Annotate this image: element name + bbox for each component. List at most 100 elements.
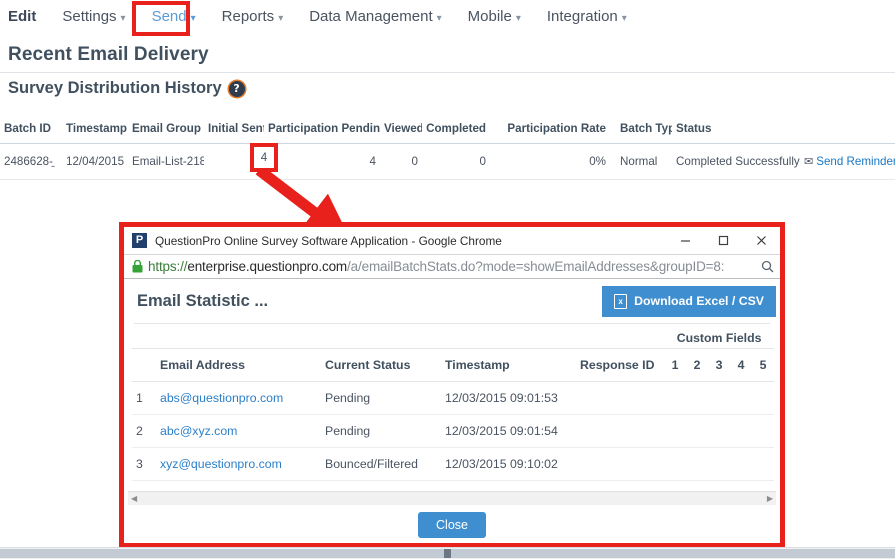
initial-sent-value: 4 bbox=[261, 151, 267, 164]
col-email-address: Email Address bbox=[158, 349, 323, 382]
cell-participation-pending: 4 bbox=[264, 144, 380, 180]
questionpro-favicon-icon: P bbox=[132, 233, 147, 248]
col-custom-field-5: 5 bbox=[752, 349, 774, 382]
cell-index: 1 bbox=[132, 382, 158, 415]
cell-custom-field-5 bbox=[752, 415, 774, 448]
cell-completed: 0 bbox=[422, 144, 490, 180]
maximize-icon[interactable] bbox=[704, 228, 742, 254]
nav-item-send[interactable]: Send ▾ bbox=[152, 8, 196, 25]
col-email-group: Email Group bbox=[128, 114, 204, 144]
lock-icon bbox=[132, 260, 143, 273]
scrollbar-grip[interactable] bbox=[444, 549, 451, 558]
cell-custom-field-5 bbox=[752, 382, 774, 415]
col-participation-rate: Participation Rate bbox=[490, 114, 610, 144]
excel-file-icon: x bbox=[614, 294, 627, 309]
nav-item-data-management[interactable]: Data Management ▾ bbox=[309, 8, 441, 25]
initial-sent-highlight-box[interactable]: 4 bbox=[250, 143, 278, 172]
cell-email-address[interactable]: xyz@questionpro.com bbox=[158, 448, 323, 481]
cell-custom-field-4 bbox=[730, 448, 752, 481]
cell-response-id bbox=[578, 415, 664, 448]
url-separator: :// bbox=[177, 259, 188, 274]
scroll-left-arrow-icon[interactable]: ◀ bbox=[128, 494, 140, 503]
cell-custom-field-1 bbox=[664, 448, 686, 481]
table-row: 2486628-̱ 12/04/2015 Email-List-218 4 4 … bbox=[0, 144, 895, 180]
survey-distribution-history-table: Batch ID Timestamp Email Group Initial S… bbox=[0, 114, 895, 180]
table-row: 3 xyz@questionpro.com Bounced/Filtered 1… bbox=[132, 448, 774, 481]
panel-title: Email Statistic ... bbox=[137, 292, 268, 311]
chrome-popup-window: P QuestionPro Online Survey Software App… bbox=[124, 227, 780, 543]
nav-item-label: Data Management bbox=[309, 8, 432, 25]
cell-custom-field-3 bbox=[708, 415, 730, 448]
cell-participation-rate: 0% bbox=[490, 144, 610, 180]
nav-item-label: Integration bbox=[547, 8, 618, 25]
nav-item-reports[interactable]: Reports ▾ bbox=[222, 8, 284, 25]
popup-table-header-row: Email Address Current Status Timestamp R… bbox=[132, 349, 774, 382]
cell-current-status: Pending bbox=[323, 382, 443, 415]
chevron-down-icon: ▾ bbox=[191, 13, 196, 24]
cell-email-address[interactable]: abs@questionpro.com bbox=[158, 382, 323, 415]
table-row: 2 abc@xyz.com Pending 12/03/2015 09:01:5… bbox=[132, 415, 774, 448]
nav-item-edit[interactable]: Edit bbox=[8, 8, 36, 25]
table-header-row: Batch ID Timestamp Email Group Initial S… bbox=[0, 114, 895, 144]
url-scheme: https bbox=[148, 259, 177, 274]
col-current-status: Current Status bbox=[323, 349, 443, 382]
cell-custom-field-3 bbox=[708, 382, 730, 415]
nav-item-label: Send bbox=[152, 8, 187, 25]
cell-index: 2 bbox=[132, 415, 158, 448]
col-batch-id: Batch ID bbox=[0, 114, 62, 144]
cell-viewed: 0 bbox=[380, 144, 422, 180]
cell-current-status: Pending bbox=[323, 415, 443, 448]
col-custom-field-1: 1 bbox=[664, 349, 686, 382]
panel-divider bbox=[134, 323, 770, 324]
nav-item-label: Settings bbox=[62, 8, 116, 25]
browser-address-bar[interactable]: https://enterprise.questionpro.com/a/ema… bbox=[124, 255, 780, 279]
close-icon[interactable] bbox=[742, 228, 780, 254]
email-link[interactable]: xyz@questionpro.com bbox=[160, 457, 282, 471]
scroll-right-arrow-icon[interactable]: ▶ bbox=[764, 494, 776, 503]
col-popup-timestamp: Timestamp bbox=[443, 349, 578, 382]
spacer-cell bbox=[132, 326, 664, 349]
popup-horizontal-scrollbar[interactable]: ◀ ▶ bbox=[128, 491, 776, 505]
email-link[interactable]: abc@xyz.com bbox=[160, 424, 237, 438]
minimize-icon[interactable] bbox=[666, 228, 704, 254]
nav-item-mobile[interactable]: Mobile ▾ bbox=[468, 8, 521, 25]
nav-item-label: Reports bbox=[222, 8, 275, 25]
cell-custom-field-4 bbox=[730, 382, 752, 415]
cell-custom-field-4 bbox=[730, 415, 752, 448]
cell-custom-field-1 bbox=[664, 415, 686, 448]
nav-item-label: Edit bbox=[8, 8, 36, 25]
nav-item-integration[interactable]: Integration ▾ bbox=[547, 8, 627, 25]
top-navigation-bar: Edit Settings ▾ Send ▾ Reports ▾ Data Ma… bbox=[0, 0, 895, 32]
popup-highlight-border: P QuestionPro Online Survey Software App… bbox=[119, 222, 785, 548]
close-button[interactable]: Close bbox=[418, 512, 486, 538]
download-excel-csv-button[interactable]: x Download Excel / CSV bbox=[602, 286, 776, 317]
title-divider bbox=[0, 72, 895, 73]
email-link[interactable]: abs@questionpro.com bbox=[160, 391, 283, 405]
cell-timestamp: 12/03/2015 09:10:02 bbox=[443, 448, 578, 481]
col-viewed: Viewed bbox=[380, 114, 422, 144]
page-horizontal-scrollbar[interactable] bbox=[0, 547, 895, 559]
col-response-id: Response ID bbox=[578, 349, 664, 382]
cell-current-status: Bounced/Filtered bbox=[323, 448, 443, 481]
nav-item-settings[interactable]: Settings ▾ bbox=[62, 8, 125, 25]
chevron-down-icon: ▾ bbox=[121, 13, 126, 24]
cell-index: 3 bbox=[132, 448, 158, 481]
send-reminder-link[interactable]: Send Reminder bbox=[816, 155, 895, 168]
cell-timestamp: 12/03/2015 09:01:54 bbox=[443, 415, 578, 448]
custom-fields-group-label: Custom Fields bbox=[664, 326, 774, 349]
browser-titlebar: P QuestionPro Online Survey Software App… bbox=[124, 227, 780, 255]
help-icon[interactable]: ? bbox=[229, 81, 245, 97]
col-actions bbox=[800, 114, 895, 144]
cell-custom-field-1 bbox=[664, 382, 686, 415]
col-custom-field-4: 4 bbox=[730, 349, 752, 382]
cell-custom-field-5 bbox=[752, 448, 774, 481]
cell-response-id bbox=[578, 448, 664, 481]
search-zoom-icon[interactable] bbox=[761, 260, 774, 273]
chevron-down-icon: ▾ bbox=[516, 13, 521, 24]
cell-send-reminder[interactable]: ✉Send Reminder bbox=[800, 144, 895, 180]
browser-window-title: QuestionPro Online Survey Software Appli… bbox=[155, 234, 666, 248]
cell-email-address[interactable]: abc@xyz.com bbox=[158, 415, 323, 448]
cell-response-id bbox=[578, 382, 664, 415]
cell-email-group: Email-List-218 bbox=[128, 144, 204, 180]
url-host: enterprise.questionpro.com bbox=[187, 259, 347, 274]
